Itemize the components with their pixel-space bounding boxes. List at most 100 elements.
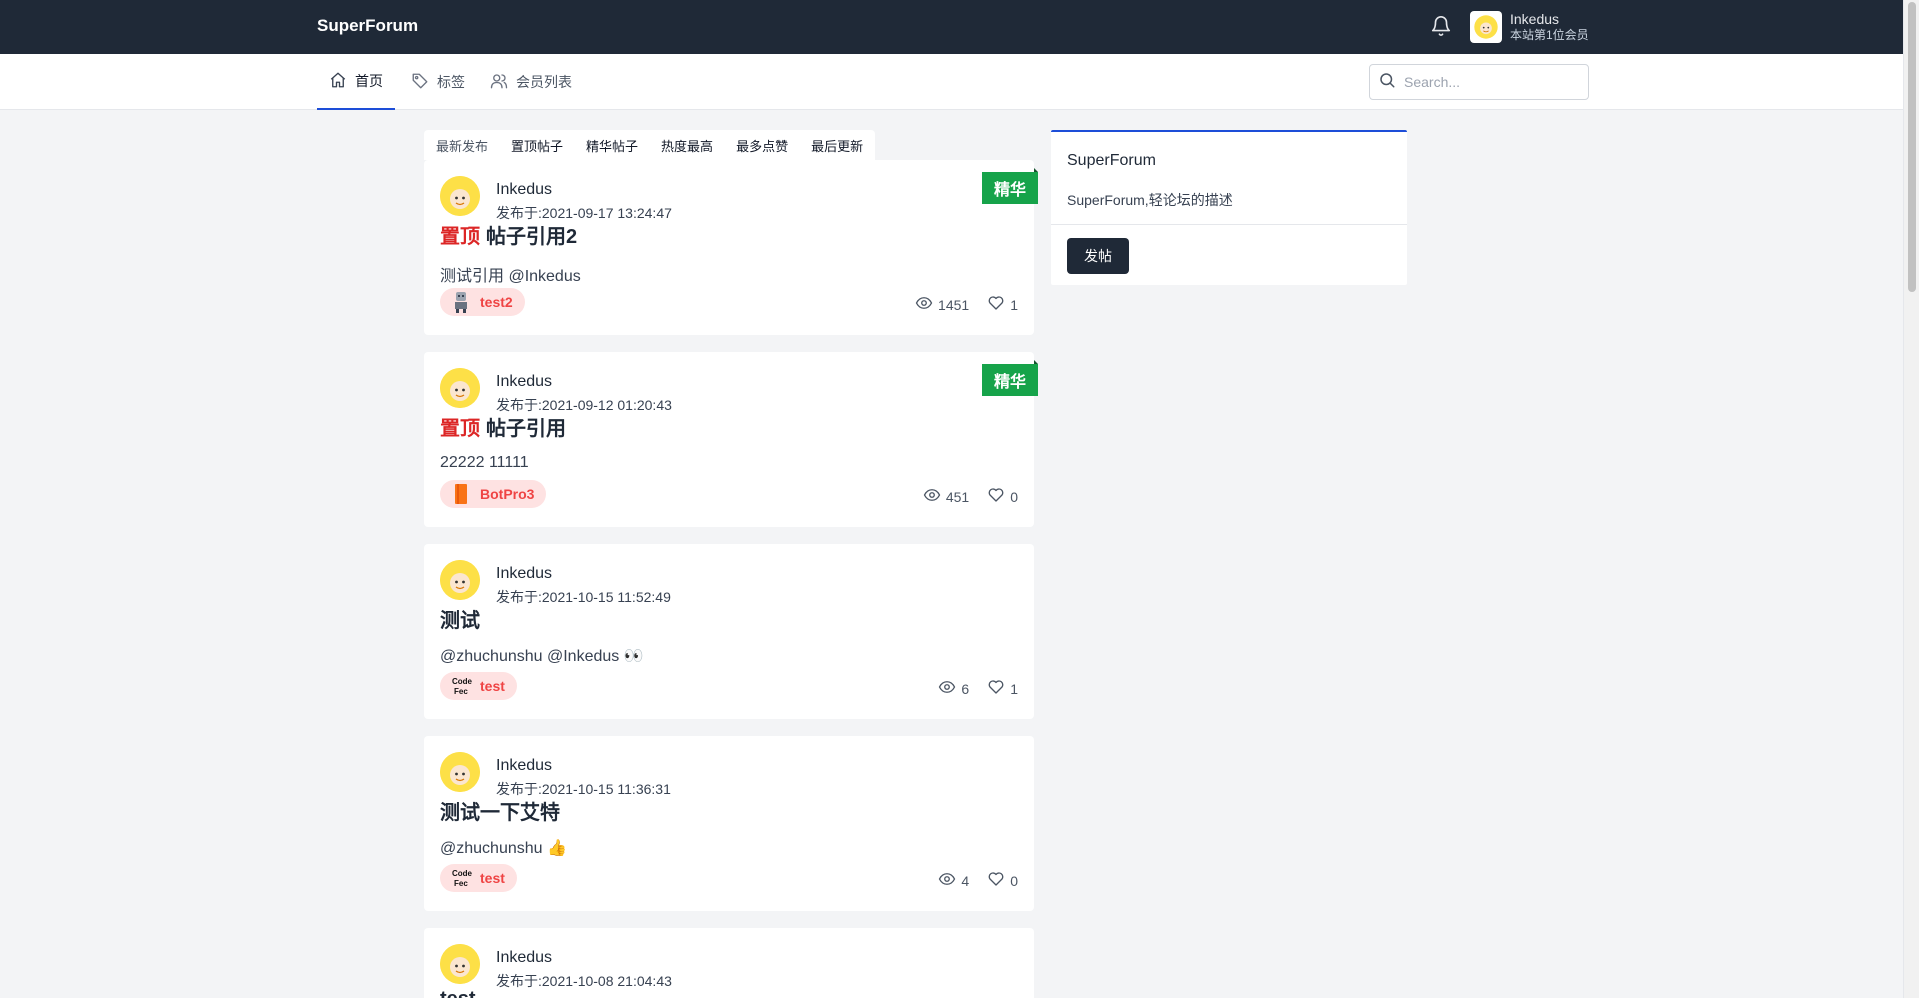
users-icon [490,72,516,93]
search-box [1369,64,1589,100]
top-bar: SuperForum Inkedus 本站第1位会员 [0,0,1903,54]
avatar[interactable] [440,368,480,408]
tab-most-liked[interactable]: 最多点赞 [736,136,788,155]
post-date: 发布于:2021-10-15 11:52:49 [496,589,671,605]
post-excerpt: @zhuchunshu 👍 [440,840,567,857]
post-tag[interactable]: test2 [440,288,525,316]
bell-icon[interactable] [1430,15,1452,37]
sort-tabs: 最新发布 置顶帖子 精华帖子 热度最高 最多点赞 最后更新 [424,130,876,160]
robot-avatar-icon [450,291,472,313]
likes-stat[interactable]: 1 [987,294,1018,315]
tab-last-updated[interactable]: 最后更新 [811,136,863,155]
svg-text:Fec: Fec [454,687,468,696]
views-stat: 1451 [915,294,969,315]
codefec-logo-icon: Code Fec [450,675,472,697]
post-author[interactable]: Inkedus [496,757,552,775]
tab-hottest[interactable]: 热度最高 [661,136,713,155]
views-stat: 451 [923,486,969,507]
tab-latest[interactable]: 最新发布 [436,136,488,155]
heart-icon [987,870,1010,891]
heart-icon [987,486,1010,507]
post-title[interactable]: 测试一下艾特 [440,796,560,825]
post-author[interactable]: Inkedus [496,181,552,199]
views-count: 1451 [938,296,970,313]
scrollbar[interactable] [1903,0,1919,998]
likes-stat[interactable]: 0 [987,486,1018,507]
eye-icon [923,486,946,507]
views-stat: 6 [938,678,969,699]
post-excerpt: 22222 11111 [440,454,529,471]
new-post-button[interactable]: 发帖 [1067,238,1129,274]
search-icon [1378,71,1396,94]
nav-item-members[interactable]: 会员列表 [490,54,572,110]
svg-text:Code: Code [452,869,472,878]
tag-label: test [480,678,505,694]
post-author[interactable]: Inkedus [496,565,552,583]
post-tag[interactable]: Code Fec test [440,864,517,892]
post-tag[interactable]: BotPro3 [440,480,547,508]
search-input[interactable] [1404,74,1574,90]
post-card[interactable]: Inkedus 发布于:2021-09-12 01:20:43 置顶 帖子引用 2… [424,352,1038,527]
pinned-label: 置顶 [440,418,480,440]
user-name: Inkedus [1510,11,1560,27]
site-title: SuperForum [1067,152,1156,169]
views-stat: 4 [938,870,969,891]
pinned-label: 置顶 [440,226,480,248]
sub-nav: 首页 标签 会员列表 [0,54,1903,110]
post-title-text: 测试一下艾特 [440,802,560,824]
post-author[interactable]: Inkedus [496,949,552,967]
post-title[interactable]: 置顶 帖子引用2 [440,220,577,249]
post-title-text: 帖子引用2 [486,226,578,248]
views-count: 451 [945,488,970,505]
heart-icon [987,294,1010,315]
eye-icon [915,294,938,315]
site-info-card: SuperForum SuperForum,轻论坛的描述 发帖 [1051,130,1407,285]
likes-stat[interactable]: 0 [987,870,1018,891]
post-title[interactable]: 测试 [440,604,480,633]
tab-pinned[interactable]: 置顶帖子 [511,136,563,155]
post-title-text: test [440,988,476,998]
post-title[interactable]: 置顶 帖子引用 [440,412,566,441]
home-icon [329,71,355,92]
post-title-text: 帖子引用 [486,418,566,440]
likes-stat[interactable]: 1 [987,678,1018,699]
post-stats: 4 0 [920,870,1018,891]
views-count: 6 [961,680,970,697]
avatar[interactable] [440,560,480,600]
post-card[interactable]: Inkedus 发布于:2021-09-17 13:24:47 置顶 帖子引用2 … [424,160,1038,335]
nav-item-home[interactable]: 首页 [317,54,395,110]
avatar[interactable] [440,752,480,792]
scrollbar-thumb[interactable] [1908,2,1916,292]
tag-label: test2 [480,294,513,310]
tag-label: test [480,870,505,886]
tab-featured[interactable]: 精华帖子 [586,136,638,155]
views-count: 4 [961,872,970,889]
site-description: SuperForum,轻论坛的描述 [1067,192,1233,208]
post-title[interactable]: test [440,988,476,998]
post-tag[interactable]: Code Fec test [440,672,517,700]
nav-item-label: 会员列表 [516,74,572,90]
nav-item-label: 标签 [437,74,465,90]
heart-icon [987,678,1010,699]
post-card[interactable]: Inkedus 发布于:2021-10-08 21:04:43 test [424,928,1034,998]
svg-text:Fec: Fec [454,879,468,888]
user-rank: 本站第1位会员 [1510,28,1589,42]
avatar[interactable] [440,944,480,984]
codefec-logo-icon: Code Fec [450,867,472,889]
post-author[interactable]: Inkedus [496,373,552,391]
likes-count: 0 [1010,872,1018,889]
user-menu[interactable]: Inkedus 本站第1位会员 [1470,9,1589,45]
avatar[interactable] [440,176,480,216]
featured-badge: 精华 [982,360,1038,396]
post-stats: 6 1 [920,678,1018,699]
tag-icon [411,72,437,93]
avatar [1470,11,1502,43]
likes-count: 1 [1010,680,1018,697]
post-title-text: 测试 [440,610,480,632]
post-excerpt: 测试引用 @Inkedus [440,268,581,285]
nav-item-tags[interactable]: 标签 [411,54,465,110]
brand-logo[interactable]: SuperForum [317,16,418,36]
likes-count: 1 [1010,296,1018,313]
post-card[interactable]: Inkedus 发布于:2021-10-15 11:52:49 测试 @zhuc… [424,544,1034,719]
post-card[interactable]: Inkedus 发布于:2021-10-15 11:36:31 测试一下艾特 @… [424,736,1034,911]
